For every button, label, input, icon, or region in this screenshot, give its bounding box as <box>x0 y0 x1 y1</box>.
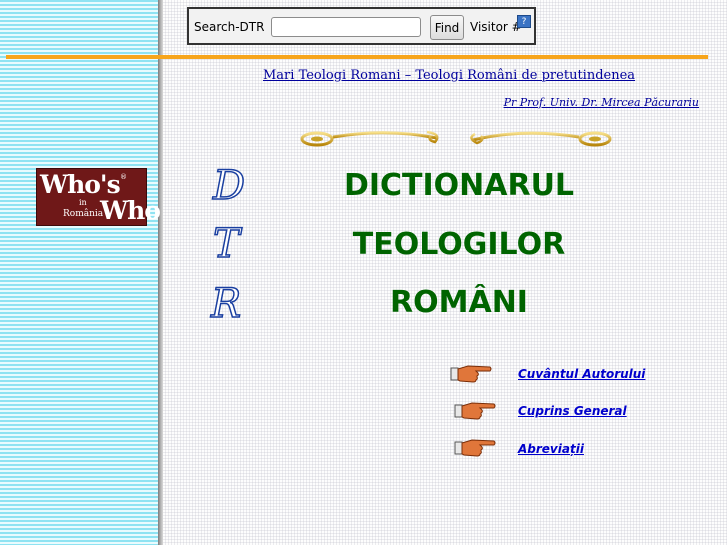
title-line-2: TEOLOGILOR <box>352 227 566 262</box>
initial-letter-r: R <box>210 280 242 328</box>
whoswho-logo[interactable]: Who's ® in România Who <box>36 168 161 226</box>
search-input[interactable] <box>271 17 421 37</box>
initial-letter-t: T <box>212 220 240 268</box>
author-link[interactable]: Pr Prof. Univ. Dr. Mircea Păcurariu <box>504 96 699 109</box>
header-rule <box>6 55 708 59</box>
nav-link-cuvantul-autorului[interactable]: Cuvântul Autorului <box>518 367 645 381</box>
logo-in-text: in <box>79 198 87 207</box>
search-label: Search-DTR <box>194 20 265 34</box>
pointing-hand-icon <box>454 439 496 457</box>
pointing-hand-icon <box>450 365 492 383</box>
search-form: Search-DTR Find Visitor # ? <box>187 7 536 45</box>
logo-main-text: Who's <box>40 170 121 199</box>
logo-who-text: Who <box>100 196 161 225</box>
title-line-1: DICTIONARUL <box>343 168 575 203</box>
title-line-3: ROMÂNI <box>390 285 528 320</box>
logo-registered-mark: ® <box>120 173 127 181</box>
initial-letter-d: D <box>212 162 246 210</box>
scroll-ornament-icon <box>300 130 612 147</box>
logo-country-text: România <box>63 209 104 219</box>
nav-link-abrevieri[interactable]: Abreviații <box>518 442 584 456</box>
find-button[interactable]: Find <box>430 15 464 40</box>
pointing-hand-icon <box>454 402 496 420</box>
header-link[interactable]: Mari Teologi Romani – Teologi Români de … <box>263 68 635 83</box>
counter-icon[interactable]: ? <box>517 15 531 28</box>
visitor-label: Visitor # <box>470 20 522 34</box>
sidebar-divider <box>158 0 163 545</box>
nav-link-cuprins-general[interactable]: Cuprins General <box>518 404 627 418</box>
sidebar <box>0 0 158 545</box>
